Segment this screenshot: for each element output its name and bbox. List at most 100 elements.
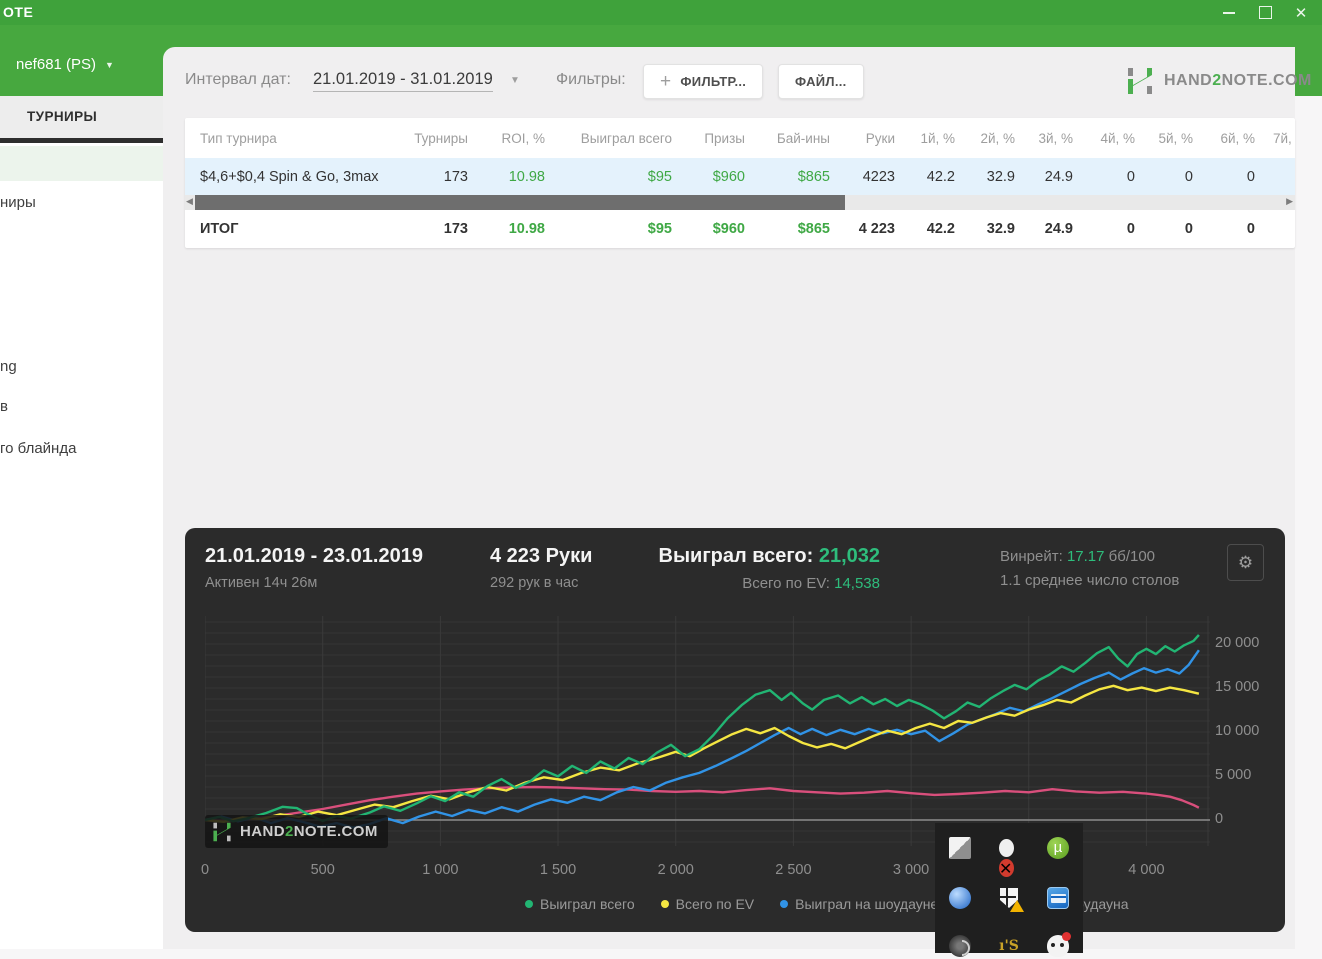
legend-dot-icon [525,900,533,908]
sidebar-item[interactable]: ниры [0,194,36,211]
row-cell[interactable]: 0 [1135,169,1193,185]
system-tray-popup: ✕ µ ı'S [935,823,1083,957]
close-button[interactable]: ✕ [1284,0,1318,25]
row-cell[interactable]: 0 [1073,169,1135,185]
row-cell[interactable]: $960 [672,169,745,185]
row-cell[interactable]: 0 [1193,169,1255,185]
row-cell[interactable]: 10.98 [468,169,545,185]
minimize-button[interactable] [1212,0,1246,25]
header-cell[interactable]: Тип турнира [200,131,395,146]
row-cell[interactable]: 173 [395,169,468,185]
header-cell[interactable]: 7й, % [1255,131,1295,146]
x-tick-label: 4 000 [1128,862,1165,878]
chart-hands-per-hour: 292 рук в час [490,575,579,591]
volume-icon[interactable] [947,933,973,959]
file-button[interactable]: ФАЙЛ... [778,64,864,99]
total-cell: 0 [1184,221,1193,237]
tab-active-underline [0,138,163,143]
legend-item[interactable]: Выиграл на шоудауне [780,896,938,912]
x-tick-label: 0 [200,862,210,878]
chart-hands-count: 4 223 Руки [490,545,593,567]
header-cell[interactable]: Руки [830,131,895,146]
x-tick-label: 2 000 [657,862,694,878]
titlebar: OTE ✕ [0,0,1322,25]
defender-warning-icon[interactable] [996,885,1024,912]
scroll-left-icon[interactable]: ◀ [186,196,193,207]
total-cell: $960 [712,221,745,237]
total-cell: 42.2 [926,221,955,237]
scrollbar-thumb[interactable] [195,195,845,210]
legend-dot-icon [780,900,789,908]
x-tick-label: 2 500 [775,862,812,878]
y-tick-label: 20 000 [1215,635,1260,651]
tournament-stats-table: Тип турнира Турниры ROI, % Выиграл всего При… [185,118,1295,248]
main-panel: Интервал дат: 21.01.2019 - 31.01.2019 ▼ … [163,47,1311,949]
header-cell[interactable]: Выиграл всего [545,131,672,146]
chart-ev-total: Всего по EV: 14,538 [742,575,880,592]
filter-button-label: ФИЛЬТР... [680,74,747,89]
total-cell: 0 [1246,221,1255,237]
total-cell: $95 [647,221,672,237]
window-title: OTE [3,4,34,20]
x-tick-label: 1 500 [539,862,577,878]
pokerstars-gold-icon[interactable]: ı'S [996,933,1022,959]
row-cell[interactable]: 32.9 [955,169,1015,185]
y-tick-label: 10 000 [1215,723,1260,739]
maximize-button[interactable] [1248,0,1282,25]
chart-settings-button[interactable]: ⚙ [1227,544,1264,581]
date-range-picker[interactable]: 21.01.2019 - 31.01.2019 [313,70,493,92]
tab-tournaments[interactable]: ТУРНИРЫ [27,109,97,124]
brand-logo: HAND2NOTE.COM [1125,67,1312,95]
legend-item[interactable]: Всего по EV [660,896,754,912]
chart-avg-tables: 1.1 среднее число столов [1000,572,1180,589]
y-tick-label: 15 000 [1215,679,1260,695]
header-cell[interactable]: Турниры [395,131,468,146]
header-cell[interactable]: 4й, % [1073,131,1135,146]
header-cell[interactable]: 3й, % [1015,131,1073,146]
sidebar-selected-row[interactable] [0,146,163,181]
row-cell[interactable]: 4223 [830,169,895,185]
row-cell[interactable]: $865 [745,169,830,185]
file-button-label: ФАЙЛ... [795,74,847,89]
table-header-row: Тип турнира Турниры ROI, % Выиграл всего При… [185,118,1295,158]
penguin-app-icon[interactable] [1045,932,1071,959]
total-cell: ИТОГ [200,221,239,237]
row-cell[interactable]: 42.2 [895,169,955,185]
row-cell[interactable]: $95 [545,169,672,185]
total-cell: 24.9 [1044,221,1073,237]
legend-item[interactable]: Выиграл всего [525,896,635,912]
total-cell: 0 [1126,221,1135,237]
sidebar: ТУРНИРЫ ниры ng в го блайнда [0,96,163,949]
row-cell[interactable]: $4,6+$0,4 Spin & Go, 3max [200,169,395,185]
table-row[interactable]: $4,6+$0,4 Spin & Go, 3max 173 10.98 $95 $960… [185,158,1295,195]
payment-card-icon[interactable] [1045,885,1071,911]
chevron-down-icon[interactable]: ▼ [510,75,520,86]
total-cell: 173 [443,221,468,237]
browser-sphere-icon[interactable] [947,885,973,911]
results-chart-panel: 21.01.2019 - 23.01.2019 Активен 14ч 26м … [185,528,1285,932]
header-cell[interactable]: 2й, % [955,131,1015,146]
header-cell[interactable]: Бай-ины [745,131,830,146]
sidebar-item[interactable]: ng [0,358,17,375]
account-selector[interactable]: nef681 (PS) ▼ [16,56,114,73]
add-filter-button[interactable]: + ФИЛЬТР... [643,64,764,99]
sidebar-item[interactable]: в [0,398,8,415]
plus-icon: + [660,70,672,92]
screenshot-app-icon[interactable] [947,835,973,861]
chart-winrate: Винрейт: 17.17 бб/100 [1000,548,1156,565]
header-cell[interactable]: 6й, % [1193,131,1255,146]
header-cell[interactable]: 5й, % [1135,131,1193,146]
y-tick-label: 0 [1215,811,1224,827]
table-horizontal-scrollbar[interactable]: ◀ ▶ [185,195,1295,210]
header-cell[interactable]: 1й, % [895,131,955,146]
total-cell: 4 223 [858,221,895,237]
scroll-right-icon[interactable]: ▶ [1286,196,1293,207]
audio-device-error-icon[interactable]: ✕ [996,835,1022,878]
header-cell[interactable]: Призы [672,131,745,146]
sidebar-item[interactable]: го блайнда [0,440,76,457]
filters-label: Фильтры: [556,71,626,88]
interval-label: Интервал дат: [185,71,291,88]
utorrent-icon[interactable]: µ [1045,835,1071,861]
row-cell[interactable]: 24.9 [1015,169,1073,185]
header-cell[interactable]: ROI, % [468,131,545,146]
